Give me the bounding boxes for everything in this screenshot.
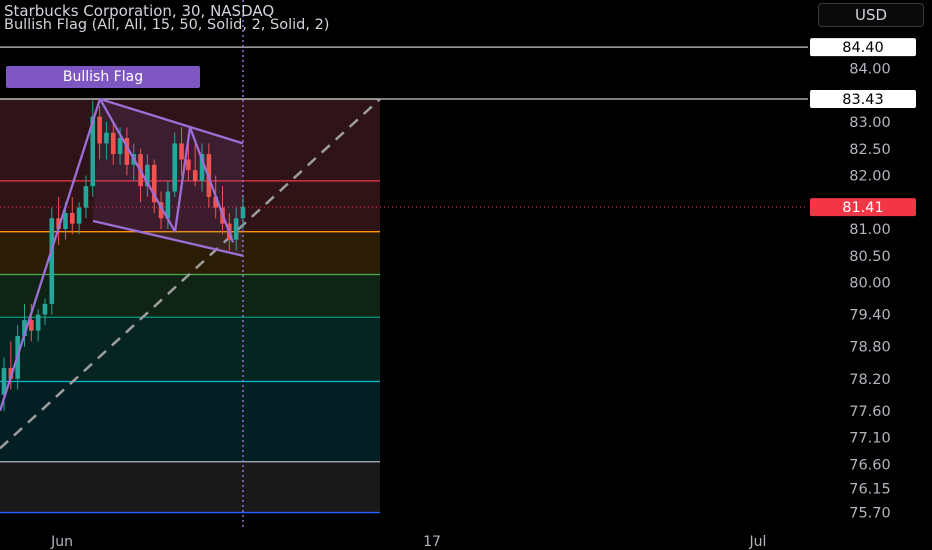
- candle-body: [35, 314, 41, 331]
- price-badge-label: 83.43: [842, 92, 884, 108]
- candle-body: [104, 132, 109, 144]
- candle-body: [42, 303, 48, 315]
- price-tick-label: 80.00: [849, 276, 891, 292]
- price-tick-label: 80.50: [849, 249, 891, 265]
- price-tick-label: 78.80: [849, 340, 891, 356]
- price-tick-label: 76.60: [849, 457, 891, 473]
- currency-button[interactable]: USD: [818, 3, 924, 27]
- candle-body: [83, 186, 89, 208]
- candle-body: [233, 218, 239, 240]
- fib-zone: [0, 317, 380, 382]
- price-tick-label: 82.50: [849, 142, 891, 158]
- price-tick-label: 82.00: [849, 169, 891, 185]
- price-tick-label: 77.10: [849, 431, 891, 447]
- candle-body: [69, 212, 75, 224]
- candle-body: [110, 132, 116, 155]
- candle-body: [186, 159, 191, 171]
- price-tick-label: 84.00: [849, 62, 891, 78]
- candle-body: [76, 207, 82, 224]
- time-tick-label: Jun: [50, 534, 73, 550]
- candle-body: [192, 170, 198, 181]
- price-tick-label: 78.20: [849, 372, 891, 388]
- time-tick-label: Jul: [749, 534, 767, 550]
- time-tick-label: 17: [423, 534, 441, 550]
- price-tick-label: 83.00: [849, 115, 891, 131]
- price-tick-label: 76.15: [849, 481, 891, 497]
- candle-body: [97, 116, 102, 144]
- indicator-legend[interactable]: Bullish Flag (All, All, 15, 50, Solid, 2…: [4, 17, 329, 33]
- price-badge-label: 81.41: [842, 200, 884, 216]
- bullish-flag-label[interactable]: Bullish Flag: [6, 66, 200, 88]
- candle-body: [172, 143, 178, 192]
- price-tick-label: 79.40: [849, 308, 891, 324]
- fib-zone: [0, 274, 380, 318]
- price-tick-label: 81.00: [849, 222, 891, 238]
- fib-zone: [0, 461, 380, 513]
- price-badge-label: 84.40: [842, 40, 884, 56]
- price-tick-label: 77.60: [849, 404, 891, 420]
- fib-zone: [0, 381, 380, 462]
- candle-body: [240, 207, 246, 219]
- candle-body: [117, 138, 123, 155]
- candle-body: [49, 218, 55, 304]
- candle-body: [179, 143, 184, 160]
- time-axis-background: [0, 530, 932, 550]
- price-tick-label: 75.70: [849, 506, 891, 522]
